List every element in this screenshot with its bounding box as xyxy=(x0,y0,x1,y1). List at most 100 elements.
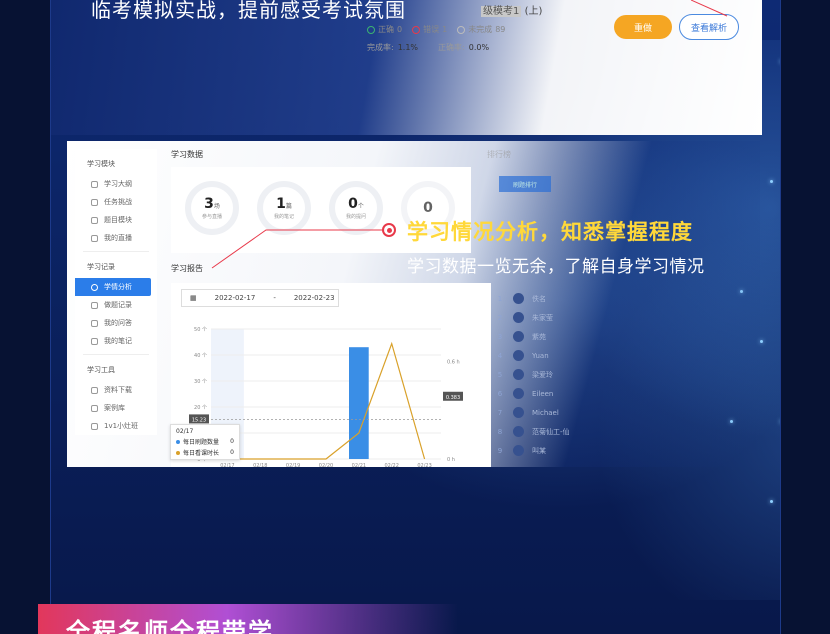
outline-icon xyxy=(91,180,98,188)
ranking-name: 佚名 xyxy=(532,294,546,303)
ranking-name: 梁爱玲 xyxy=(532,370,553,379)
calendar-icon: ▦ xyxy=(190,294,197,302)
unfinished-icon xyxy=(457,25,466,34)
ranking-name: 范菊仙工-仙 xyxy=(532,427,570,436)
end-date: 2022-02-23 xyxy=(293,294,335,302)
tooltip-row-questions: 每日刷题数量 0 xyxy=(176,437,234,446)
ranking-row: 7 Michael xyxy=(495,403,570,422)
avg-left-label: 15.23 xyxy=(192,417,206,423)
right-frame xyxy=(780,0,830,634)
ranking-name: Michael xyxy=(532,408,559,417)
date-range-picker[interactable]: ▦ 2022-02-17 - 2022-02-23 xyxy=(181,289,339,307)
x-tick-label: 02/21 xyxy=(352,463,366,467)
ranking-tab[interactable]: 刷题排行 xyxy=(499,176,551,192)
sidebar-group-title: 学习记录 xyxy=(87,263,115,271)
ranking-name: Eileen xyxy=(532,389,554,398)
sidebar-item-questions[interactable]: 题目模块 xyxy=(75,211,157,229)
x-tick-label: 02/18 xyxy=(253,463,267,467)
questions-dot xyxy=(176,439,180,444)
completion-rate: 完成率: 1.1% xyxy=(367,43,419,52)
sidebar-divider xyxy=(83,251,149,252)
stat-unfinished: 未完成 89 xyxy=(457,24,505,35)
download-icon xyxy=(91,386,98,394)
sidebar-item-records[interactable]: 做题记录 xyxy=(75,296,157,314)
stat-correct: 正确 0 xyxy=(367,24,402,35)
x-tick-label: 02/22 xyxy=(385,463,399,467)
x-tick-label: 02/20 xyxy=(319,463,333,467)
x-tick-label: 02/23 xyxy=(417,463,431,467)
learning-analysis-screenshot: 学习模块 学习大纲 任务挑战 题目模块 我的直播 学习记录 学情分析 做题记录 … xyxy=(67,141,760,467)
redo-button[interactable]: 重做 xyxy=(614,15,672,39)
ranking-row: 3 紫苑 xyxy=(495,327,570,346)
sidebar-item-1v1[interactable]: 1v1小灶班 xyxy=(75,417,157,435)
network-node xyxy=(770,500,773,503)
ranking-row: 4 Yuan xyxy=(495,346,570,365)
sidebar-item-notes[interactable]: 我的笔记 xyxy=(75,332,157,350)
network-node xyxy=(760,340,763,343)
ranking-number: 5 xyxy=(497,370,503,379)
note-icon xyxy=(91,337,98,345)
chart-tooltip: 02/17 每日刷题数量 0 每日看课时长 0 xyxy=(170,424,240,460)
right-tick-label: 0.6 h xyxy=(447,360,460,366)
gift-icon xyxy=(91,216,98,224)
sidebar-item-cases[interactable]: 案例库 xyxy=(75,399,157,417)
wrong-icon xyxy=(412,25,421,34)
bottom-banner-text: 全程名师全程带学 xyxy=(66,618,274,634)
ranking-row: 8 范菊仙工-仙 xyxy=(495,422,570,441)
ranking-name: 叫某 xyxy=(532,446,546,455)
ranking-number: 6 xyxy=(497,389,503,398)
sidebar-group-title: 学习工具 xyxy=(87,366,115,374)
sidebar-item-qa[interactable]: 我的问答 xyxy=(75,314,157,332)
sidebar-group-title: 学习模块 xyxy=(87,160,115,168)
left-tick-label: 20 个 xyxy=(194,405,207,411)
callout-marker-icon xyxy=(382,223,396,237)
bar-questions xyxy=(349,347,369,459)
mock-exam-card: 临考模拟实战，提前感受考试氛围 级模考1 (上) 正确 0 错误 1 未完成 89 完… xyxy=(51,0,762,135)
ranking-number: 4 xyxy=(497,351,503,360)
chat-icon xyxy=(91,319,98,327)
line-hours xyxy=(227,341,426,460)
left-frame xyxy=(0,0,51,634)
ranking-list: 1 佚名 2 朱家莹 3 紫苑 4 Yuan 5 梁爱玲 6 Eileen 7 Michael 8 范菊仙工-… xyxy=(495,289,570,460)
sidebar-item-live[interactable]: 我的直播 xyxy=(75,229,157,247)
exam-name: 级模考1 (上) xyxy=(481,2,542,17)
correct-icon xyxy=(367,25,375,34)
ranking-row: 9 叫某 xyxy=(495,441,570,460)
avatar xyxy=(513,293,524,304)
ranking-name: 朱家莹 xyxy=(532,313,553,322)
ranking-number: 9 xyxy=(497,446,503,455)
ranking-number: 8 xyxy=(497,427,503,436)
right-tick-label: 0 h xyxy=(447,457,455,463)
avatar xyxy=(513,312,524,323)
ranking-name: 紫苑 xyxy=(532,332,546,341)
sidebar-item-challenge[interactable]: 任务挑战 xyxy=(75,193,157,211)
ranking-row: 5 梁爱玲 xyxy=(495,365,570,384)
x-tick-label: 02/19 xyxy=(286,463,300,467)
avatar xyxy=(513,445,524,456)
ranking-row: 6 Eileen xyxy=(495,384,570,403)
pie-chart-icon xyxy=(91,283,98,291)
exam-name-rest: (上) xyxy=(524,6,543,17)
answer-stats: 正确 0 错误 1 未完成 89 xyxy=(367,24,505,35)
tooltip-row-hours: 每日看课时长 0 xyxy=(176,448,234,457)
live-icon xyxy=(91,234,98,242)
tutor-icon xyxy=(91,422,98,430)
record-icon xyxy=(91,301,98,309)
sidebar: 学习模块 学习大纲 任务挑战 题目模块 我的直播 学习记录 学情分析 做题记录 … xyxy=(75,149,157,435)
ranking-number: 2 xyxy=(497,313,503,322)
sidebar-item-outline[interactable]: 学习大纲 xyxy=(75,175,157,193)
sidebar-divider xyxy=(83,354,149,355)
left-tick-label: 30 个 xyxy=(194,379,207,385)
target-icon xyxy=(91,198,98,206)
hours-dot xyxy=(176,450,180,455)
ranking-name: Yuan xyxy=(532,351,549,360)
sidebar-item-analysis[interactable]: 学情分析 xyxy=(75,278,151,296)
pointer-line xyxy=(691,0,728,17)
avatar xyxy=(513,388,524,399)
callout-subtitle: 学习数据一览无余，了解自身学习情况 xyxy=(407,257,705,277)
left-tick-label: 50 个 xyxy=(194,327,207,333)
avatar xyxy=(513,331,524,342)
sidebar-item-downloads[interactable]: 资料下载 xyxy=(75,381,157,399)
start-date: 2022-02-17 xyxy=(214,294,256,302)
case-icon xyxy=(91,404,98,412)
